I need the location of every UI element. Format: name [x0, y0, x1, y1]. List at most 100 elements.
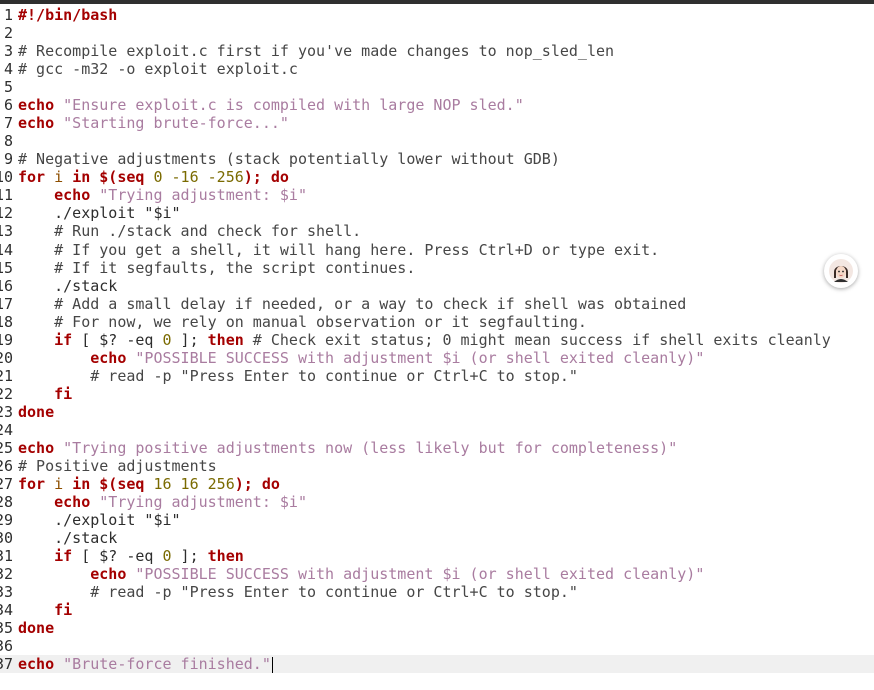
code-line[interactable]: 22 fi: [0, 385, 874, 403]
code-line[interactable]: 10 for i in $(seq 0 -16 -256); do: [0, 168, 874, 186]
line-number: 24: [0, 420, 13, 439]
code-line[interactable]: 29 ./exploit "$i": [0, 511, 874, 529]
code-token: i: [54, 475, 64, 494]
code-line[interactable]: 28 echo "Trying adjustment: $i": [0, 493, 874, 511]
code-token: echo: [18, 96, 55, 115]
line-code: # Negative adjustments (stack potentiall…: [18, 150, 560, 168]
code-token: 0: [162, 330, 172, 349]
code-token: ./stack: [18, 529, 118, 548]
code-token: # gcc -m32 -o exploit exploit.c: [18, 60, 298, 79]
line-code: if [ $? -eq 0 ]; then: [18, 547, 244, 565]
code-line[interactable]: 36: [0, 637, 874, 655]
code-token: "POSSIBLE SUCCESS with adjustment $i (or…: [135, 565, 705, 584]
code-token: echo: [18, 114, 55, 133]
code-token: );: [234, 475, 253, 494]
line-number: 19: [0, 330, 13, 349]
code-line[interactable]: 11 echo "Trying adjustment: $i": [0, 186, 874, 204]
line-number: 15: [0, 258, 13, 277]
code-token: echo: [90, 565, 127, 584]
code-token: );: [243, 168, 262, 187]
line-code: echo "Starting brute-force...": [18, 114, 289, 132]
code-line[interactable]: 15 # If it segfaults, the script continu…: [0, 259, 874, 277]
code-line[interactable]: 19 if [ $? -eq 0 ]; then # Check exit st…: [0, 331, 874, 349]
code-editor[interactable]: 1 #!/bin/bash 2 3 # Recompile exploit.c firs…: [0, 4, 874, 690]
line-number: 34: [0, 601, 13, 620]
code-line[interactable]: 30 ./stack: [0, 529, 874, 547]
code-token: # Recompile exploit.c first if you've ma…: [18, 42, 615, 61]
code-line[interactable]: 16 ./stack: [0, 277, 874, 295]
code-line[interactable]: 31 if [ $? -eq 0 ]; then: [0, 547, 874, 565]
code-token: # read -p "Press Enter to continue or Ct…: [18, 583, 578, 602]
code-line[interactable]: 1 #!/bin/bash: [0, 6, 874, 24]
code-line[interactable]: 13 # Run ./stack and check for shell.: [0, 222, 874, 240]
code-line[interactable]: 5: [0, 78, 874, 96]
code-line[interactable]: 7 echo "Starting brute-force...": [0, 114, 874, 132]
code-line[interactable]: 23 done: [0, 403, 874, 421]
code-line[interactable]: 12 ./exploit "$i": [0, 204, 874, 222]
line-number: 30: [0, 529, 13, 548]
code-line[interactable]: 6 echo "Ensure exploit.c is compiled with…: [0, 96, 874, 114]
code-line[interactable]: 26 # Positive adjustments: [0, 457, 874, 475]
code-line[interactable]: 4 # gcc -m32 -o exploit exploit.c: [0, 60, 874, 78]
line-number: 17: [0, 294, 13, 313]
code-line[interactable]: 27 for i in $(seq 16 16 256); do: [0, 475, 874, 493]
code-token: do: [261, 475, 280, 494]
code-line[interactable]: 17 # Add a small delay if needed, or a w…: [0, 295, 874, 313]
line-number: 13: [0, 222, 13, 241]
code-line[interactable]: 25 echo "Trying positive adjustments now …: [0, 439, 874, 457]
code-line[interactable]: 34 fi: [0, 601, 874, 619]
code-line[interactable]: 3 # Recompile exploit.c first if you've m…: [0, 42, 874, 60]
code-line[interactable]: 20 echo "POSSIBLE SUCCESS with adjustmen…: [0, 349, 874, 367]
code-line[interactable]: 18 # For now, we rely on manual observat…: [0, 313, 874, 331]
code-line[interactable]: 35 done: [0, 619, 874, 637]
code-token: ./exploit "$i": [18, 511, 181, 530]
line-number: 36: [0, 637, 13, 656]
code-token: done: [18, 402, 55, 421]
code-token: 16 16 256: [153, 475, 235, 494]
code-line[interactable]: 24: [0, 421, 874, 439]
code-token: do: [270, 168, 289, 187]
code-token: done: [18, 619, 55, 638]
line-code: # read -p "Press Enter to continue or Ct…: [18, 583, 578, 601]
line-code: # Recompile exploit.c first if you've ma…: [18, 42, 614, 60]
line-number: 33: [0, 583, 13, 602]
code-line[interactable]: 32 echo "POSSIBLE SUCCESS with adjustmen…: [0, 565, 874, 583]
code-line[interactable]: 8: [0, 132, 874, 150]
code-token: # read -p "Press Enter to continue or Ct…: [18, 366, 578, 385]
line-code: echo "POSSIBLE SUCCESS with adjustment $…: [18, 565, 704, 583]
line-number: 14: [0, 240, 13, 259]
line-number: 37: [0, 655, 13, 674]
line-code: done: [18, 403, 54, 421]
code-token: "Trying adjustment: $i": [99, 186, 307, 205]
code-token: i: [54, 168, 64, 187]
line-number: 10: [0, 168, 13, 187]
code-line[interactable]: 21 # read -p "Press Enter to continue or…: [0, 367, 874, 385]
line-code: echo "Trying adjustment: $i": [18, 493, 307, 511]
line-code: echo "POSSIBLE SUCCESS with adjustment $…: [18, 349, 704, 367]
code-line[interactable]: 14 # If you get a shell, it will hang he…: [0, 241, 874, 259]
line-code: done: [18, 619, 54, 637]
code-line[interactable]: 33 # read -p "Press Enter to continue or…: [0, 583, 874, 601]
code-token: echo: [90, 348, 127, 367]
code-line[interactable]: 2: [0, 24, 874, 42]
code-token: 0 -16 -256: [153, 168, 244, 187]
line-code: # gcc -m32 -o exploit exploit.c: [18, 60, 298, 78]
line-number: 35: [0, 619, 13, 638]
code-line[interactable]: 9 # Negative adjustments (stack potential…: [0, 150, 874, 168]
assistant-avatar-button[interactable]: [824, 254, 858, 288]
code-line[interactable]: 37 echo "Brute-force finished.": [0, 655, 874, 674]
code-token: for: [18, 475, 46, 494]
